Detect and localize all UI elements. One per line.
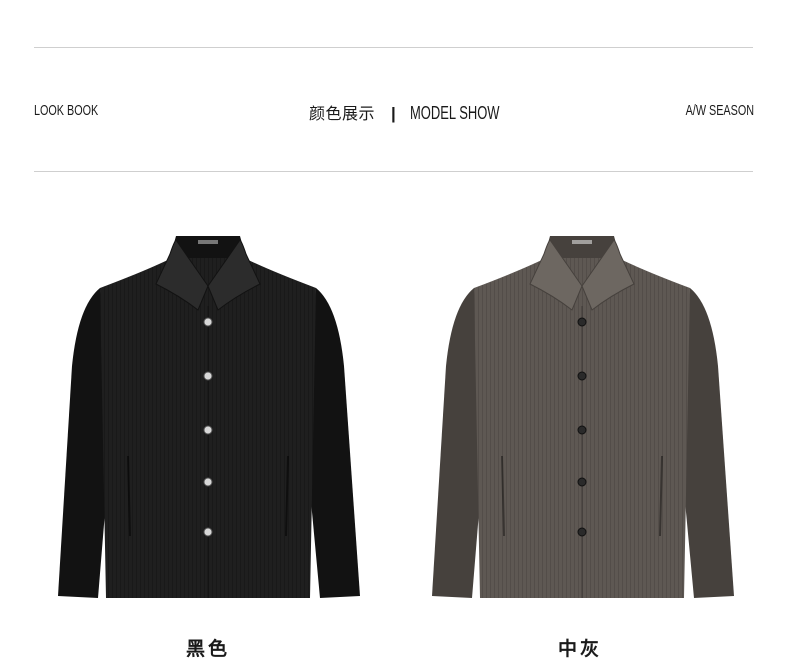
bottom-divider [34, 171, 753, 172]
section-title-cn: 颜色展示 [309, 104, 376, 123]
color-caption-black: 黑色 [185, 638, 230, 660]
shirt-image [58, 236, 360, 598]
product-image-grey [422, 226, 742, 604]
product-image-black [48, 226, 368, 604]
season-label: A/W SEASON [685, 102, 754, 119]
top-divider [34, 47, 753, 48]
title-separator: | [391, 104, 396, 123]
color-caption-grey: 中灰 [557, 638, 602, 660]
shirt-image [432, 236, 734, 598]
section-title: 颜色展示 | MODEL SHOW [309, 100, 534, 124]
lookbook-label: LOOK BOOK [34, 102, 99, 119]
section-title-en: MODEL SHOW [409, 103, 500, 123]
